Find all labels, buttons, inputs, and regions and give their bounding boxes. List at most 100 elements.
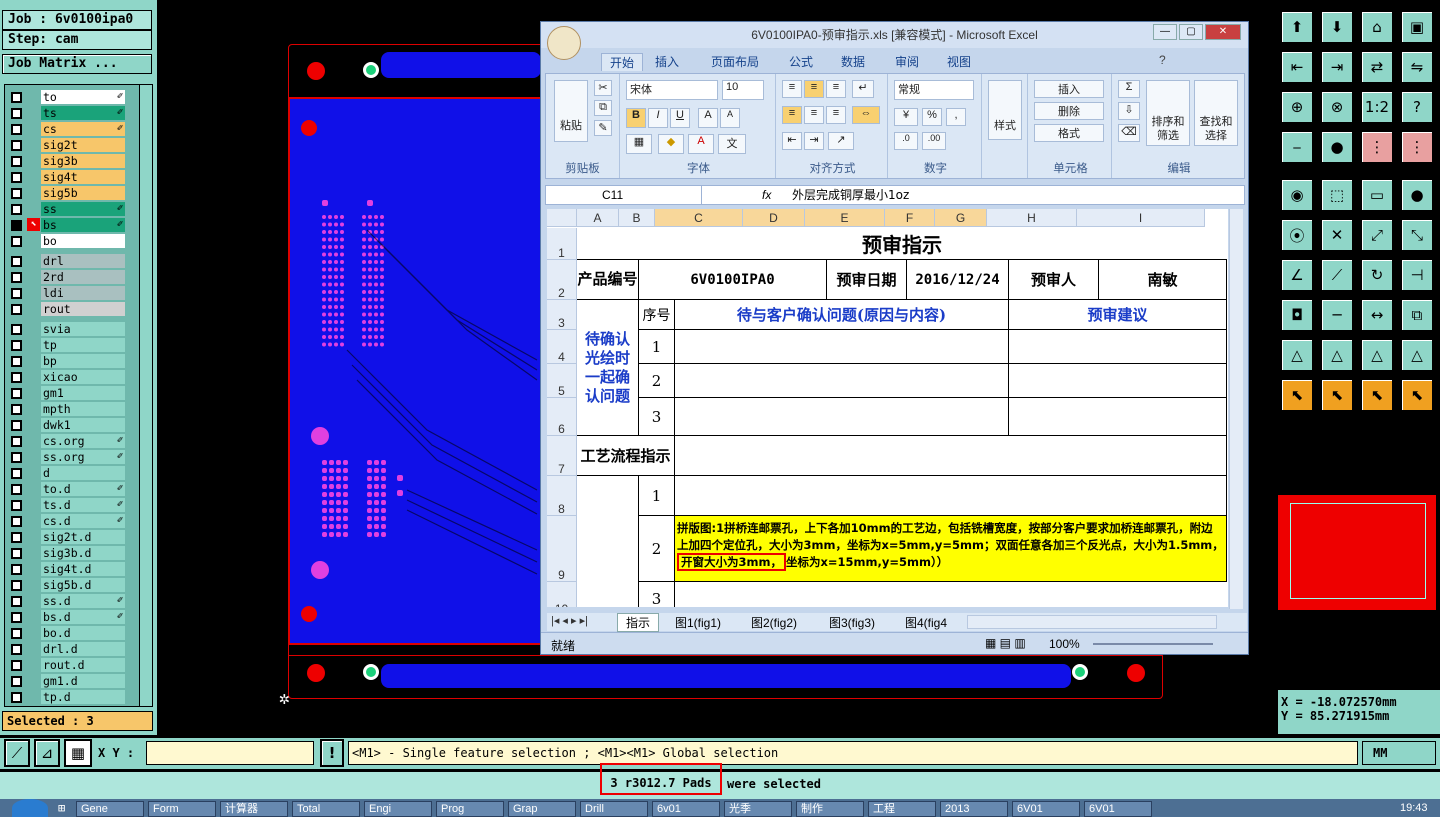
layer-checkbox[interactable] xyxy=(11,172,22,183)
layer-checkbox[interactable] xyxy=(11,580,22,591)
smd-pad[interactable] xyxy=(380,252,384,257)
smd-pad[interactable] xyxy=(340,312,344,317)
layer-row[interactable]: dwk1 xyxy=(7,417,127,433)
smd-pad[interactable] xyxy=(362,297,366,302)
smd-pad[interactable] xyxy=(322,500,327,505)
grid-icon[interactable]: ▦ xyxy=(64,739,92,767)
layer-row[interactable]: mpth xyxy=(7,401,127,417)
smd-pad[interactable] xyxy=(334,297,338,302)
layer-name[interactable]: ldi xyxy=(41,286,125,300)
font-size-select[interactable]: 10 xyxy=(722,80,764,100)
cell-p2[interactable]: 2 xyxy=(639,516,675,582)
layer-name[interactable]: gm1.d xyxy=(41,674,125,688)
smd-pad[interactable] xyxy=(343,492,348,497)
smd-pad[interactable] xyxy=(374,275,378,279)
smd-pad[interactable] xyxy=(380,222,384,227)
line-icon[interactable]: ⎯ xyxy=(1280,130,1314,164)
styles-button[interactable]: 样式 xyxy=(988,80,1022,140)
fill-icon[interactable]: ⇩ xyxy=(1118,102,1140,120)
layer-row[interactable]: rout.d xyxy=(7,657,127,673)
smd-pad[interactable] xyxy=(334,327,338,332)
smd-pad[interactable] xyxy=(362,335,366,339)
smd-pad[interactable] xyxy=(336,484,341,489)
layer-checkbox[interactable] xyxy=(11,140,22,151)
smd-pad[interactable] xyxy=(336,532,341,537)
quick-launch-icon[interactable]: ⊞ xyxy=(58,801,65,815)
tab-data[interactable]: 数据 xyxy=(841,53,865,70)
smd-pad[interactable] xyxy=(340,297,344,302)
tri-icon[interactable]: △ xyxy=(1280,338,1314,372)
layer-name[interactable]: bp xyxy=(41,354,125,368)
smd-pad[interactable] xyxy=(374,524,379,529)
smd-pad[interactable] xyxy=(328,222,332,227)
smd-pad[interactable] xyxy=(322,215,326,219)
smd-pad[interactable] xyxy=(334,342,338,347)
smd-pad[interactable] xyxy=(336,508,341,513)
smd-pad[interactable] xyxy=(380,327,384,332)
smd-pad[interactable] xyxy=(322,327,326,332)
smd-pad[interactable] xyxy=(368,267,372,272)
smd-pad[interactable] xyxy=(328,252,332,257)
smd-pad[interactable] xyxy=(334,245,338,249)
pointer-icon[interactable]: ⬉ xyxy=(1280,378,1314,412)
layer-row[interactable]: ss ✐ xyxy=(7,201,127,217)
arrow-icon[interactable]: ⤢ xyxy=(1360,218,1394,252)
layer-name[interactable]: ts ✐ xyxy=(41,106,125,120)
layer-list[interactable]: to ✐ ts ✐ cs ✐ sig2t sig3b sig4t sig5b ss ✐ bs ✐ ⬉ bo dr… xyxy=(4,84,152,707)
smd-pad[interactable] xyxy=(340,275,344,279)
smd-pad[interactable] xyxy=(336,460,341,465)
alert-icon[interactable]: ! xyxy=(320,739,344,767)
smd-pad[interactable] xyxy=(328,245,332,249)
tab-page-layout[interactable]: 页面布局 xyxy=(711,53,759,70)
smd-pad[interactable] xyxy=(322,476,327,481)
feature-icon[interactable]: ◘ xyxy=(1280,298,1314,332)
layer-row[interactable]: svia xyxy=(7,321,127,337)
select-pad-icon[interactable]: ◉ xyxy=(1280,178,1314,212)
zoom-slider[interactable] xyxy=(1093,643,1213,645)
layer-checkbox[interactable] xyxy=(11,236,22,247)
row-header[interactable]: 7 xyxy=(547,436,577,476)
layer-name[interactable]: tp.d xyxy=(41,690,125,704)
smd-pad[interactable] xyxy=(368,320,372,324)
smd-pad[interactable] xyxy=(367,476,372,481)
smd-pad[interactable] xyxy=(381,500,386,505)
smd-pad[interactable] xyxy=(367,460,372,465)
smd-pad[interactable] xyxy=(368,282,372,287)
tooling-hole[interactable] xyxy=(363,62,379,78)
smd-pad[interactable] xyxy=(343,476,348,481)
smd-pad[interactable] xyxy=(380,335,384,339)
smd-pad[interactable] xyxy=(328,312,332,317)
row-header[interactable]: 2 xyxy=(547,260,577,300)
smd-pad[interactable] xyxy=(340,342,344,347)
smd-pad[interactable] xyxy=(343,516,348,521)
align-top-icon[interactable]: ≡ xyxy=(782,80,802,98)
smd-pad[interactable] xyxy=(343,484,348,489)
smd-pad[interactable] xyxy=(343,508,348,513)
smd-pad[interactable] xyxy=(328,282,332,287)
cell-question-hdr[interactable]: 待与客户确认问题(原因与内容) xyxy=(675,300,1009,330)
smd-pad[interactable] xyxy=(368,327,372,332)
smd-pad[interactable] xyxy=(381,476,386,481)
smd-pad[interactable] xyxy=(381,508,386,513)
tri3-icon[interactable]: △ xyxy=(1360,338,1394,372)
smd-pad[interactable] xyxy=(380,237,384,242)
layer-name[interactable]: bs ✐ xyxy=(41,218,125,232)
smd-pad[interactable] xyxy=(368,237,372,242)
layer-row[interactable]: ts ✐ xyxy=(7,105,127,121)
smd-pad[interactable] xyxy=(334,230,338,234)
orientation-icon[interactable]: ↗ xyxy=(828,132,854,150)
smd-pad[interactable] xyxy=(322,222,326,227)
layer-checkbox[interactable] xyxy=(11,532,22,543)
layer-checkbox[interactable] xyxy=(11,256,22,267)
layer-checkbox[interactable] xyxy=(11,220,22,231)
smd-pad[interactable] xyxy=(380,312,384,317)
layer-checkbox[interactable] xyxy=(11,596,22,607)
layer-row[interactable]: bp xyxy=(7,353,127,369)
smd-pad[interactable] xyxy=(374,260,378,264)
smd-pad[interactable] xyxy=(340,260,344,264)
layer-name[interactable]: gm1 xyxy=(41,386,125,400)
layer-name[interactable]: drl.d xyxy=(41,642,125,656)
smd-pad[interactable] xyxy=(334,237,338,242)
format-painter-icon[interactable]: ✎ xyxy=(594,120,612,136)
arrow2-icon[interactable]: ⤡ xyxy=(1400,218,1434,252)
